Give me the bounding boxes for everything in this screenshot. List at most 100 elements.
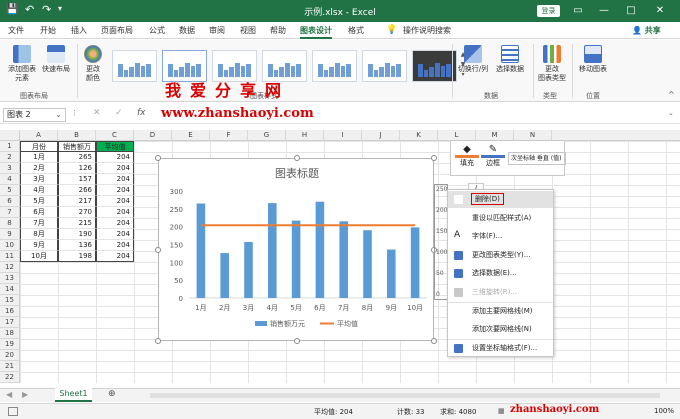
- add-chart-element-button[interactable]: 添加图表 元素: [4, 45, 40, 83]
- name-box[interactable]: 图表 2 ⌄: [3, 108, 66, 122]
- column-header[interactable]: I: [324, 130, 362, 141]
- row-header[interactable]: 3: [0, 163, 20, 174]
- table-cell[interactable]: 1月: [20, 152, 58, 163]
- chart-style-1[interactable]: [112, 50, 157, 82]
- table-cell[interactable]: 198: [58, 251, 96, 262]
- chart-style-6[interactable]: [362, 50, 407, 82]
- table-cell[interactable]: 217: [58, 196, 96, 207]
- login-button[interactable]: 登录: [537, 5, 560, 17]
- resize-handle-n[interactable]: [294, 155, 300, 161]
- tab-chart-design[interactable]: 图表设计: [300, 25, 332, 39]
- context-menu-item[interactable]: 删除(D): [448, 191, 553, 208]
- next-sheet-icon[interactable]: ▶: [22, 390, 28, 399]
- expand-formula-icon[interactable]: ⌄: [668, 109, 674, 117]
- table-cell[interactable]: 平均值: [96, 141, 134, 152]
- table-cell[interactable]: 6月: [20, 207, 58, 218]
- add-sheet-icon[interactable]: ⊕: [108, 389, 116, 399]
- tab-format[interactable]: 格式: [348, 25, 364, 36]
- chart-element-select[interactable]: 次坐标轴 垂直 (值): [508, 152, 566, 165]
- table-cell[interactable]: 9月: [20, 240, 58, 251]
- tell-me-search[interactable]: 操作说明搜索: [403, 25, 451, 36]
- table-cell[interactable]: 5月: [20, 196, 58, 207]
- table-cell[interactable]: 157: [58, 174, 96, 185]
- chart-style-7[interactable]: [412, 50, 457, 82]
- more-icon[interactable]: ⋮: [71, 109, 78, 117]
- column-header[interactable]: A: [20, 130, 58, 141]
- table-cell[interactable]: 136: [58, 240, 96, 251]
- row-header[interactable]: 13: [0, 273, 20, 284]
- view-normal-icon[interactable]: ▦: [498, 407, 505, 415]
- ribbon-display-icon[interactable]: ▭: [570, 3, 586, 19]
- row-header[interactable]: 4: [0, 174, 20, 185]
- macro-icon[interactable]: [8, 407, 18, 416]
- chart-area[interactable]: 图表标题 300 250 200 150 100 50 0 1月 2月 3月 4月 5月 6月 7月 8月 9月…: [155, 155, 437, 344]
- table-cell[interactable]: 204: [96, 163, 134, 174]
- resize-handle-s[interactable]: [294, 338, 300, 344]
- close-icon[interactable]: ✕: [652, 3, 668, 19]
- column-header[interactable]: C: [96, 130, 134, 141]
- minimize-icon[interactable]: —: [596, 3, 612, 19]
- table-cell[interactable]: 204: [96, 251, 134, 262]
- tab-file[interactable]: 文件: [8, 25, 24, 36]
- cancel-icon[interactable]: ✕: [93, 108, 101, 118]
- column-header[interactable]: G: [248, 130, 286, 141]
- row-header[interactable]: 9: [0, 229, 20, 240]
- row-header[interactable]: 6: [0, 196, 20, 207]
- row-header[interactable]: 17: [0, 317, 20, 328]
- secondary-axis-selection[interactable]: 250 200 150 100 50 0: [434, 184, 448, 300]
- tab-review[interactable]: 审阅: [209, 25, 225, 36]
- context-menu-item[interactable]: 更改图表类型(Y)...: [448, 247, 553, 264]
- row-header[interactable]: 22: [0, 372, 20, 383]
- row-header[interactable]: 11: [0, 251, 20, 262]
- row-header[interactable]: 10: [0, 240, 20, 251]
- chart-style-5[interactable]: [312, 50, 357, 82]
- row-header[interactable]: 1: [0, 141, 20, 152]
- maximize-icon[interactable]: □: [623, 3, 639, 19]
- table-cell[interactable]: 月份: [20, 141, 58, 152]
- move-chart-button[interactable]: 移动图表: [576, 45, 610, 74]
- table-cell[interactable]: 10月: [20, 251, 58, 262]
- table-cell[interactable]: 215: [58, 218, 96, 229]
- prev-sheet-icon[interactable]: ◀: [6, 390, 12, 399]
- share-button[interactable]: 👤 共享: [632, 25, 661, 36]
- context-menu-item[interactable]: 添加次要网格线(N): [448, 321, 553, 338]
- context-menu-item[interactable]: 添加主要网格线(M): [448, 302, 553, 319]
- row-header[interactable]: 16: [0, 306, 20, 317]
- enter-icon[interactable]: ✓: [115, 108, 123, 118]
- collapse-ribbon-icon[interactable]: ^: [668, 90, 675, 99]
- column-header[interactable]: E: [172, 130, 210, 141]
- context-menu-item[interactable]: 设置坐标轴格式(F)...: [448, 339, 553, 356]
- table-cell[interactable]: 204: [96, 152, 134, 163]
- row-header[interactable]: 14: [0, 284, 20, 295]
- row-header[interactable]: 15: [0, 295, 20, 306]
- row-header[interactable]: 7: [0, 207, 20, 218]
- change-colors-button[interactable]: 更改 颜色: [80, 45, 106, 83]
- row-header[interactable]: 19: [0, 339, 20, 350]
- column-header[interactable]: J: [362, 130, 400, 141]
- column-header[interactable]: F: [210, 130, 248, 141]
- column-header[interactable]: H: [286, 130, 324, 141]
- zoom-level[interactable]: 100%: [654, 407, 674, 415]
- switch-row-column-button[interactable]: 切换行/列: [456, 45, 490, 74]
- tab-help[interactable]: 帮助: [270, 25, 286, 36]
- row-header[interactable]: 12: [0, 262, 20, 273]
- resize-handle-nw[interactable]: [155, 155, 161, 161]
- context-menu-item[interactable]: 重设以匹配样式(A): [448, 210, 553, 227]
- column-header[interactable]: B: [58, 130, 96, 141]
- fill-button[interactable]: ◆ 填充: [455, 144, 479, 168]
- table-cell[interactable]: 270: [58, 207, 96, 218]
- tab-page-layout[interactable]: 页面布局: [101, 25, 133, 36]
- row-header[interactable]: 2: [0, 152, 20, 163]
- tab-insert[interactable]: 插入: [71, 25, 87, 36]
- table-cell[interactable]: 3月: [20, 174, 58, 185]
- row-header[interactable]: 5: [0, 185, 20, 196]
- table-cell[interactable]: 190: [58, 229, 96, 240]
- table-cell[interactable]: 销售额万元: [58, 141, 96, 162]
- tab-data[interactable]: 数据: [179, 25, 195, 36]
- table-cell[interactable]: 266: [58, 185, 96, 196]
- outline-button[interactable]: ✎ 边框: [481, 144, 505, 168]
- change-chart-type-button[interactable]: 更改 图表类型: [536, 45, 568, 83]
- table-cell[interactable]: 4月: [20, 185, 58, 196]
- row-header[interactable]: 21: [0, 361, 20, 372]
- insert-function-icon[interactable]: fx: [137, 108, 146, 118]
